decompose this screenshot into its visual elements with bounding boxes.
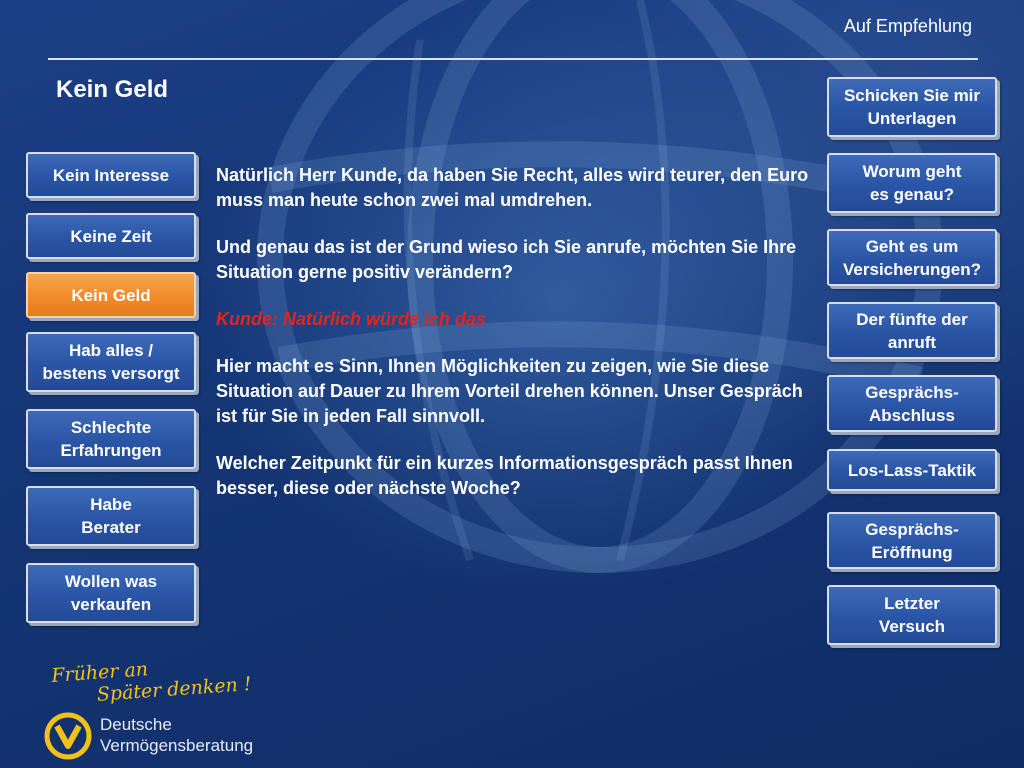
nav-hab-alles-button[interactable]: Hab alles / bestens versorgt	[26, 332, 196, 392]
nav-gespraechs-abschluss-button[interactable]: Gesprächs- Abschluss	[827, 375, 997, 432]
script-paragraph: Welcher Zeitpunkt für ein kurzes Informa…	[216, 453, 793, 498]
slogan: Früher an Später denken !	[51, 651, 252, 709]
header-divider	[48, 58, 978, 60]
nav-schicken-unterlagen-button[interactable]: Schicken Sie mir Unterlagen	[827, 77, 997, 137]
nav-schlechte-erfahrungen-button[interactable]: Schlechte Erfahrungen	[26, 409, 196, 469]
nav-versicherungen-button[interactable]: Geht es um Versicherungen?	[827, 229, 997, 286]
script-text: Natürlich Herr Kunde, da haben Sie Recht…	[216, 163, 826, 523]
nav-keine-zeit-button[interactable]: Keine Zeit	[26, 213, 196, 259]
nav-wollen-was-verkaufen-button[interactable]: Wollen was verkaufen	[26, 563, 196, 623]
script-paragraph: Hier macht es Sinn, Ihnen Möglichkeiten …	[216, 356, 803, 426]
company-name: Deutsche Vermögensberatung	[100, 714, 253, 756]
nav-kein-interesse-button[interactable]: Kein Interesse	[26, 152, 196, 198]
company-name-line-1: Deutsche	[100, 715, 172, 734]
script-paragraph: Natürlich Herr Kunde, da haben Sie Recht…	[216, 165, 809, 210]
section-label: Auf Empfehlung	[843, 16, 972, 36]
nav-los-lass-taktik-button[interactable]: Los-Lass-Taktik	[827, 449, 997, 491]
nav-gespraechs-eroeffnung-button[interactable]: Gesprächs- Eröffnung	[827, 512, 997, 569]
company-branding: Früher an Später denken ! Deutsche Vermö…	[38, 656, 268, 764]
company-name-line-2: Vermögensberatung	[100, 736, 254, 755]
nav-habe-berater-button[interactable]: Habe Berater	[26, 486, 196, 546]
nav-fuenfte-anruf-button[interactable]: Der fünfte der anruft	[827, 302, 997, 359]
dvag-logo-icon	[44, 712, 92, 760]
nav-worum-geht-button[interactable]: Worum geht es genau?	[827, 153, 997, 213]
script-paragraph: Und genau das ist der Grund wieso ich Si…	[216, 237, 797, 282]
nav-letzter-versuch-button[interactable]: Letzter Versuch	[827, 585, 997, 645]
page-title: Kein Geld	[56, 76, 169, 103]
customer-reply: Kunde: Natürlich würde ich das	[216, 309, 487, 329]
nav-kein-geld-button[interactable]: Kein Geld	[26, 272, 196, 318]
